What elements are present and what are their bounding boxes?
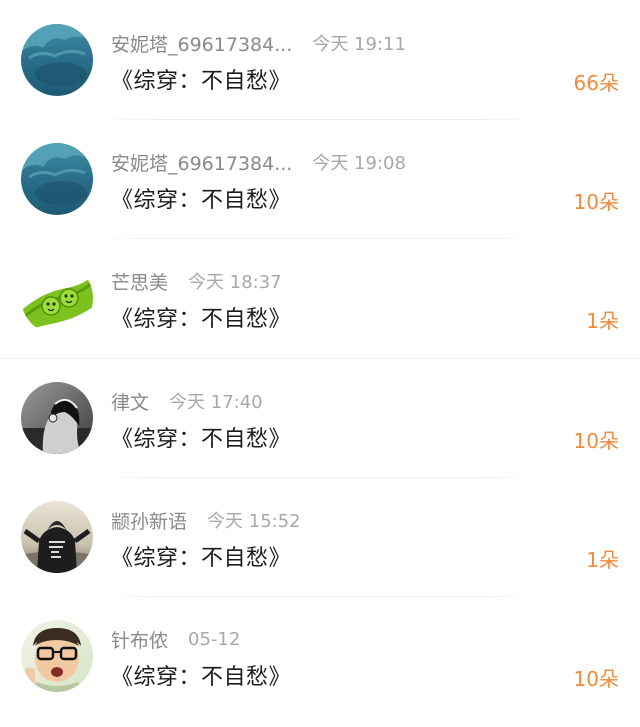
avatar[interactable] (21, 501, 93, 573)
timestamp: 今天 17:40 (169, 392, 263, 413)
avatar[interactable] (21, 143, 93, 215)
timestamp: 今天 19:08 (312, 153, 406, 174)
green-pea-avatar-icon (21, 262, 93, 334)
gift-count: 1朵 (586, 309, 619, 333)
list-item[interactable]: 安妮塔_69617384... 今天 19:08 《综穿：不自愁》 10朵 (0, 120, 640, 239)
list-item[interactable]: 安妮塔_69617384... 今天 19:11 《综穿：不自愁》 66朵 (0, 1, 640, 120)
list-item[interactable]: 律文 今天 17:40 《综穿：不自愁》 10朵 (0, 359, 640, 478)
glasses-boy-avatar-icon (21, 620, 93, 692)
list-item[interactable]: 颛孙新语 今天 15:52 《综穿：不自愁》 1朵 (0, 478, 640, 597)
username[interactable]: 颛孙新语 (111, 507, 187, 534)
book-title: 《综穿：不自愁》 (111, 69, 292, 94)
book-title: 《综穿：不自愁》 (111, 307, 292, 332)
username[interactable]: 律文 (111, 388, 149, 415)
list-item[interactable]: 针布侬 05-12 《综穿：不自愁》 10朵 (0, 597, 640, 716)
timestamp: 05-12 (188, 628, 241, 650)
gift-count: 10朵 (573, 190, 619, 214)
avatar[interactable] (21, 24, 93, 96)
ocean-avatar-icon (21, 143, 93, 215)
book-title: 《综穿：不自愁》 (111, 188, 292, 213)
list-item[interactable]: 芒思美 今天 18:37 《综穿：不自愁》 1朵 (0, 239, 640, 359)
avatar[interactable] (21, 382, 93, 454)
gift-count: 10朵 (573, 667, 619, 691)
hoodie-person-avatar-icon (21, 501, 93, 573)
avatar[interactable] (21, 620, 93, 692)
timestamp: 今天 18:37 (188, 272, 282, 293)
ocean-avatar-icon (21, 24, 93, 96)
gift-count: 10朵 (573, 429, 619, 453)
gift-count: 66朵 (573, 71, 619, 95)
username[interactable]: 芒思美 (111, 268, 168, 295)
username[interactable]: 安妮塔_69617384... (111, 30, 292, 57)
book-title: 《综穿：不自愁》 (111, 665, 292, 690)
timestamp: 今天 15:52 (207, 511, 301, 532)
username[interactable]: 针布侬 (111, 626, 168, 653)
gift-count: 1朵 (586, 548, 619, 572)
book-title: 《综穿：不自愁》 (111, 427, 292, 452)
gift-record-list: 安妮塔_69617384... 今天 19:11 《综穿：不自愁》 66朵 安妮… (0, 0, 640, 727)
headphones-girl-avatar-icon (21, 382, 93, 454)
timestamp: 今天 19:11 (312, 34, 406, 55)
username[interactable]: 安妮塔_69617384... (111, 149, 292, 176)
book-title: 《综穿：不自愁》 (111, 546, 292, 571)
avatar[interactable] (21, 262, 93, 334)
